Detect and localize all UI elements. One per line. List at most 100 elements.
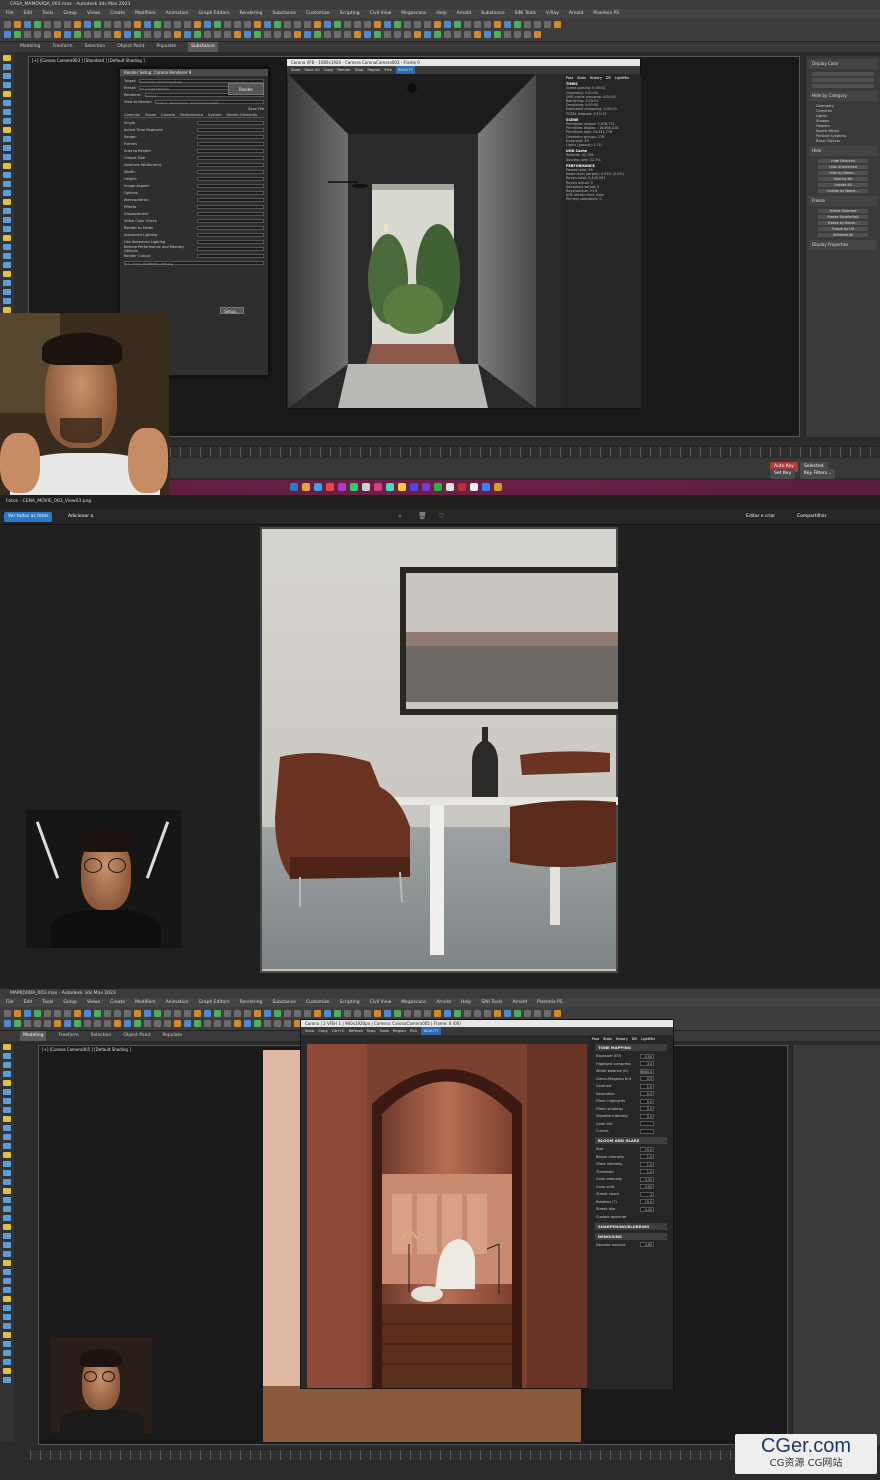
toolbar-icon[interactable] xyxy=(404,21,411,28)
render-tab[interactable]: Camera xyxy=(161,113,175,117)
menu-item[interactable]: SiNi Tools xyxy=(481,998,502,1007)
toolbar-icon[interactable] xyxy=(504,21,511,28)
toolbar-icon[interactable] xyxy=(324,31,331,38)
menu-item[interactable]: Substance xyxy=(481,9,505,18)
menu-item[interactable]: Graph Editors xyxy=(199,998,230,1007)
taskbar-app-icon[interactable] xyxy=(398,483,406,491)
toolbar-icon[interactable] xyxy=(394,1010,401,1017)
taskbar-app-icon[interactable] xyxy=(314,483,322,491)
menu-item[interactable]: File xyxy=(6,9,14,18)
toolbar-icon[interactable] xyxy=(384,1010,391,1017)
vfb-tool[interactable]: Ctrl+C xyxy=(332,1027,345,1035)
toolbar-icon[interactable] xyxy=(404,1010,411,1017)
tool-icon[interactable] xyxy=(3,1206,11,1212)
toolbar-icon[interactable] xyxy=(364,21,371,28)
toolbar-icon[interactable] xyxy=(214,1010,221,1017)
slider-value[interactable]: 0.0 xyxy=(640,1076,654,1082)
vfb-tool[interactable]: Refresh xyxy=(349,1027,363,1035)
toolbar-icon[interactable] xyxy=(494,1010,501,1017)
slider-value[interactable]: 0.20 xyxy=(640,1206,654,1212)
cmd-button[interactable]: Freeze Selected xyxy=(818,209,868,213)
toolbar-icon[interactable] xyxy=(154,1010,161,1017)
toolbar-icon[interactable] xyxy=(104,31,111,38)
toolbar-icon[interactable] xyxy=(464,1010,471,1017)
tool-icon[interactable] xyxy=(3,190,11,196)
taskbar-app-icon[interactable] xyxy=(482,483,490,491)
toolbar-icon[interactable] xyxy=(314,21,321,28)
tool-icon[interactable] xyxy=(3,1224,11,1230)
menu-item[interactable]: Pixelmix PS xyxy=(537,998,563,1007)
cmd-button[interactable]: Freeze Unselected xyxy=(818,215,868,219)
tool-icon[interactable] xyxy=(3,217,11,223)
toolbar-icon[interactable] xyxy=(204,1020,211,1027)
cmd-button[interactable]: Unfreeze All xyxy=(818,233,868,237)
toolbar-icon[interactable] xyxy=(274,21,281,28)
toolbar-icon[interactable] xyxy=(464,21,471,28)
menu-item[interactable]: Modifiers xyxy=(135,9,156,18)
taskbar-app-icon[interactable] xyxy=(422,483,430,491)
menu-item[interactable]: Graph Editors xyxy=(199,9,230,18)
tool-icon[interactable] xyxy=(3,145,11,151)
vfb-tool[interactable]: BEAUTY xyxy=(395,66,415,74)
taskbar-app-icon[interactable] xyxy=(470,483,478,491)
toolbar-icon[interactable] xyxy=(254,31,261,38)
tool-icon[interactable] xyxy=(3,244,11,250)
toolbar-icon[interactable] xyxy=(14,31,21,38)
vfb-tool[interactable]: Save xyxy=(291,66,300,74)
toolbar-icon[interactable] xyxy=(234,1020,241,1027)
slider-value[interactable]: 15.0 xyxy=(640,1199,654,1205)
tool-icon[interactable] xyxy=(3,1314,11,1320)
slider-value[interactable]: 1.0 xyxy=(640,1169,654,1175)
toolbar-icon[interactable] xyxy=(134,31,141,38)
taskbar-app-icon[interactable] xyxy=(302,483,310,491)
toolbar-icon[interactable] xyxy=(264,31,271,38)
toolbar-icon[interactable] xyxy=(244,1010,251,1017)
taskbar-app-icon[interactable] xyxy=(362,483,370,491)
menu-item[interactable]: Group xyxy=(63,9,77,18)
menu-item[interactable]: Create xyxy=(110,9,125,18)
tool-icon[interactable] xyxy=(3,1305,11,1311)
cmd-button[interactable]: Hide by Name... xyxy=(818,171,868,175)
tool-icon[interactable] xyxy=(3,1170,11,1176)
tool-icon[interactable] xyxy=(3,1053,11,1059)
slider-value[interactable]: 3 xyxy=(640,1191,654,1197)
taskbar-app-icon[interactable] xyxy=(374,483,382,491)
render-option-field[interactable] xyxy=(197,204,264,209)
tool-icon[interactable] xyxy=(3,73,11,79)
render-option-field[interactable] xyxy=(197,169,264,174)
toolbar-icon[interactable] xyxy=(94,31,101,38)
menu-item[interactable]: Edit xyxy=(24,998,33,1007)
tool-icon[interactable] xyxy=(3,154,11,160)
zoom-icon[interactable]: ⌕ xyxy=(398,512,402,521)
tool-icon[interactable] xyxy=(3,1125,11,1131)
toolbar-icon[interactable] xyxy=(274,1020,281,1027)
tool-icon[interactable] xyxy=(3,199,11,205)
menu-item[interactable]: Tools xyxy=(42,998,53,1007)
vfb-tool[interactable]: Save All xyxy=(304,66,319,74)
toolbar-icon[interactable] xyxy=(234,21,241,28)
tool-icon[interactable] xyxy=(3,127,11,133)
toolbar-icon[interactable] xyxy=(544,21,551,28)
toolbar-icon[interactable] xyxy=(134,1020,141,1027)
toolbar-icon[interactable] xyxy=(304,21,311,28)
cmd-row[interactable] xyxy=(812,72,874,76)
toolbar-icon[interactable] xyxy=(284,31,291,38)
slider-value[interactable]: 0.0 xyxy=(640,1106,654,1112)
post-tab[interactable]: DR xyxy=(632,1037,637,1041)
tool-icon[interactable] xyxy=(3,100,11,106)
taskbar-app-icon[interactable] xyxy=(410,483,418,491)
cmd-row[interactable] xyxy=(812,84,874,88)
toolbar-icon[interactable] xyxy=(494,21,501,28)
category-item[interactable]: Space Warps xyxy=(816,129,870,133)
toolbar-icon[interactable] xyxy=(444,31,451,38)
render-option-field[interactable] xyxy=(197,239,264,244)
toolbar-icon[interactable] xyxy=(164,1010,171,1017)
toolbar-icon[interactable] xyxy=(204,21,211,28)
toolbar-icon[interactable] xyxy=(224,31,231,38)
tool-icon[interactable] xyxy=(3,1089,11,1095)
toolbar-icon[interactable] xyxy=(144,21,151,28)
toolbar-icon[interactable] xyxy=(264,21,271,28)
toolbar-icon[interactable] xyxy=(184,1010,191,1017)
toolbar-icon[interactable] xyxy=(284,21,291,28)
render-tab[interactable]: Performance xyxy=(180,113,203,117)
